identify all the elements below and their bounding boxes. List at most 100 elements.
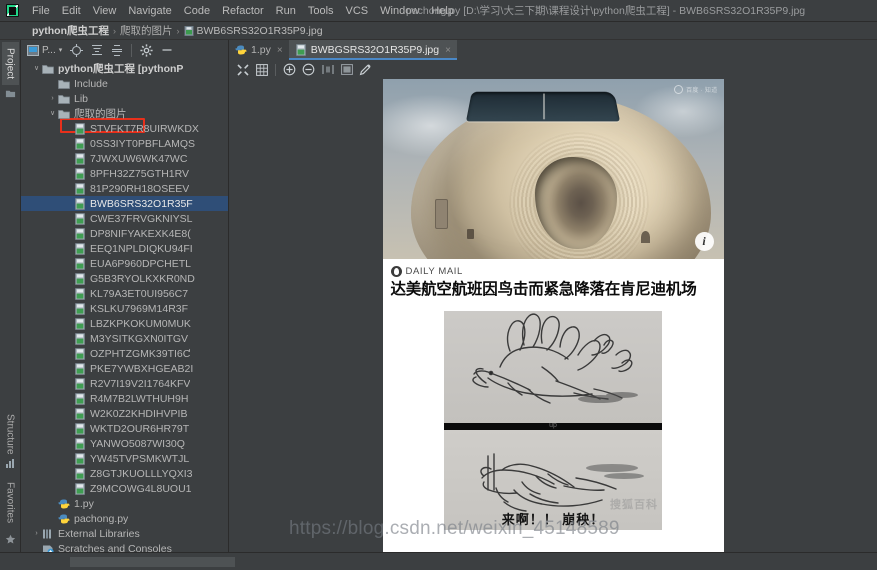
menu-item-refactor[interactable]: Refactor bbox=[216, 2, 270, 20]
tree-row[interactable]: Z9MCOWG4L8UOU1 bbox=[21, 481, 228, 496]
editor-tab[interactable]: BWBGSRS32O1R35P9.jpg × bbox=[288, 40, 457, 60]
breadcrumb-folder[interactable]: 爬取的图片 bbox=[120, 23, 173, 38]
image-file-icon bbox=[75, 422, 85, 435]
project-tree[interactable]: ∨ python爬虫工程 [pythonP Include › Lib ∨ 爬取的图片 STV… bbox=[21, 60, 228, 552]
menu-items: File Edit View Navigate Code Refactor Run Tools… bbox=[26, 2, 460, 20]
tree-row[interactable]: STVFKT7R8UIRWKDX bbox=[21, 121, 228, 136]
tree-row[interactable]: LBZKPKOKUM0MUK bbox=[21, 316, 228, 331]
tree-row[interactable]: EUA6P960DPCHETL bbox=[21, 256, 228, 271]
tree-row[interactable]: › External Libraries bbox=[21, 526, 228, 541]
folder-icon[interactable] bbox=[5, 88, 16, 99]
info-button[interactable]: i bbox=[694, 232, 714, 251]
transparency-button[interactable] bbox=[339, 62, 354, 77]
tree-row-icon bbox=[74, 167, 87, 180]
tree-row[interactable]: 1.py bbox=[21, 496, 228, 511]
tree-row[interactable]: PKE7YWBXHGEAB2I bbox=[21, 361, 228, 376]
chevron-down-icon[interactable]: ∨ bbox=[47, 106, 58, 121]
tree-row[interactable]: 81P290RH18OSEEV bbox=[21, 181, 228, 196]
tool-window-project[interactable]: Project bbox=[1, 42, 19, 86]
tree-row[interactable]: CWE37FRVGKNIYSL bbox=[21, 211, 228, 226]
fit-to-window-button[interactable] bbox=[235, 62, 250, 77]
collapse-all-button[interactable] bbox=[108, 43, 126, 57]
close-tab-icon[interactable]: × bbox=[445, 45, 451, 56]
editor-tab[interactable]: 1.py × bbox=[229, 40, 289, 60]
menu-item-tools[interactable]: Tools bbox=[302, 2, 340, 20]
tree-row[interactable]: ∨ python爬虫工程 [pythonP bbox=[21, 61, 228, 76]
tree-row-icon bbox=[58, 108, 71, 120]
tree-row-icon bbox=[74, 362, 87, 375]
tree-row-label: 0SS3IYT0PBFLAMQS bbox=[90, 137, 196, 150]
tree-row[interactable]: M3YSITKGXN0ITGV bbox=[21, 331, 228, 346]
tree-row[interactable]: DP8NIFYAKEXK4E8( bbox=[21, 226, 228, 241]
tree-row[interactable]: KL79A3ET0UI956C7 bbox=[21, 286, 228, 301]
tool-window-structure[interactable]: Structure bbox=[2, 408, 19, 474]
tree-row-icon bbox=[74, 257, 87, 270]
tree-row[interactable]: EEQ1NPLDIQKU94FI bbox=[21, 241, 228, 256]
menu-item-edit[interactable]: Edit bbox=[56, 2, 87, 20]
tree-row-icon bbox=[74, 437, 87, 450]
image-file-icon bbox=[75, 182, 85, 195]
menu-item-run[interactable]: Run bbox=[270, 2, 302, 20]
tree-row[interactable]: Z8GTJKUOLLLYQXI3 bbox=[21, 466, 228, 481]
zoom-out-button[interactable] bbox=[301, 62, 316, 77]
close-tab-icon[interactable]: × bbox=[277, 45, 283, 56]
chevron-right-icon[interactable]: › bbox=[47, 91, 58, 106]
tree-row[interactable]: › Lib bbox=[21, 91, 228, 106]
image-file-icon bbox=[75, 272, 85, 285]
tree-row[interactable]: pachong.py bbox=[21, 511, 228, 526]
image-canvas[interactable]: 百度 · 知道 i DAILY MAIL 达美航空航班因鸟击而紧急降落在肯尼迪机… bbox=[229, 79, 877, 552]
tree-row[interactable]: W2K0Z2KHDIHVPIB bbox=[21, 406, 228, 421]
project-view-selector[interactable]: P... ▾ bbox=[24, 44, 65, 57]
tree-row[interactable]: WKTD2OUR6HR79T bbox=[21, 421, 228, 436]
expand-all-button[interactable] bbox=[88, 43, 106, 57]
photo-watermark: 百度 · 知道 bbox=[674, 85, 717, 94]
tree-row[interactable]: ∨ 爬取的图片 bbox=[21, 106, 228, 121]
nose-marking-2 bbox=[640, 231, 650, 243]
tree-row[interactable]: 0SS3IYT0PBFLAMQS bbox=[21, 136, 228, 151]
tree-row[interactable]: Scratches and Consoles bbox=[21, 541, 228, 552]
locate-file-button[interactable] bbox=[67, 43, 86, 58]
tool-window-structure-label: Structure bbox=[4, 414, 16, 455]
menu-item-vcs[interactable]: VCS bbox=[340, 2, 375, 20]
menu-item-code[interactable]: Code bbox=[178, 2, 216, 20]
tree-row[interactable]: Include bbox=[21, 76, 228, 91]
menu-item-file[interactable]: File bbox=[26, 2, 56, 20]
tree-row[interactable]: G5B3RYOLKXKR0ND bbox=[21, 271, 228, 286]
image-file-icon bbox=[75, 317, 85, 330]
tree-row[interactable]: YW45TVPSMKWTJL bbox=[21, 451, 228, 466]
tree-row[interactable]: 7JWXUW6WK47WC bbox=[21, 151, 228, 166]
hide-panel-button[interactable] bbox=[158, 43, 176, 57]
daily-mail-logo-icon bbox=[390, 266, 402, 277]
actual-size-button[interactable] bbox=[320, 62, 335, 77]
star-icon[interactable] bbox=[5, 534, 16, 545]
image-file-icon bbox=[75, 167, 85, 180]
headline-block: DAILY MAIL 达美航空航班因鸟击而紧急降落在肯尼迪机场 bbox=[382, 259, 724, 307]
menu-item-view[interactable]: View bbox=[87, 2, 123, 20]
chevron-right-icon[interactable]: › bbox=[31, 526, 42, 541]
project-settings-button[interactable] bbox=[137, 43, 156, 58]
tree-row[interactable]: KSLKU7969M14R3F bbox=[21, 301, 228, 316]
tree-row[interactable]: BWB6SRS32O1R35F bbox=[21, 196, 228, 211]
tree-row[interactable]: R2V7I19V2I1764KFV bbox=[21, 376, 228, 391]
tree-row[interactable]: OZPHTZGMK39TI6Ƈ bbox=[21, 346, 228, 361]
tree-row[interactable]: YANWO5087WI30Q bbox=[21, 436, 228, 451]
image-toolbar-separator-1 bbox=[275, 63, 276, 76]
editor-area: 1.py × BWBGSRS32O1R35P9.jpg × 百度 · 知道 i … bbox=[229, 40, 877, 552]
breadcrumb-file[interactable]: BWB6SRS32O1R35P9.jpg bbox=[184, 25, 323, 37]
image-file-icon bbox=[75, 347, 85, 360]
menu-item-navigate[interactable]: Navigate bbox=[122, 2, 177, 20]
status-bar-segment bbox=[70, 556, 235, 567]
tree-row-icon bbox=[74, 482, 87, 495]
zoom-in-button[interactable] bbox=[282, 62, 297, 77]
tree-row[interactable]: 8PFH32Z75GTH1RV bbox=[21, 166, 228, 181]
color-picker-button[interactable] bbox=[358, 62, 373, 77]
python-file-icon bbox=[58, 499, 70, 508]
color-picker-icon bbox=[359, 64, 371, 76]
tree-row-label: YANWO5087WI30Q bbox=[90, 437, 185, 450]
chevron-down-icon[interactable]: ∨ bbox=[31, 61, 42, 76]
tree-row[interactable]: R4M7B2LWTHUH9H bbox=[21, 391, 228, 406]
tool-strip-bottom: Structure Favorites bbox=[0, 408, 20, 548]
tool-window-favorites[interactable]: Favorites bbox=[2, 476, 19, 529]
breadcrumb-project[interactable]: python爬虫工程 bbox=[32, 23, 109, 38]
grid-button[interactable] bbox=[254, 62, 269, 77]
